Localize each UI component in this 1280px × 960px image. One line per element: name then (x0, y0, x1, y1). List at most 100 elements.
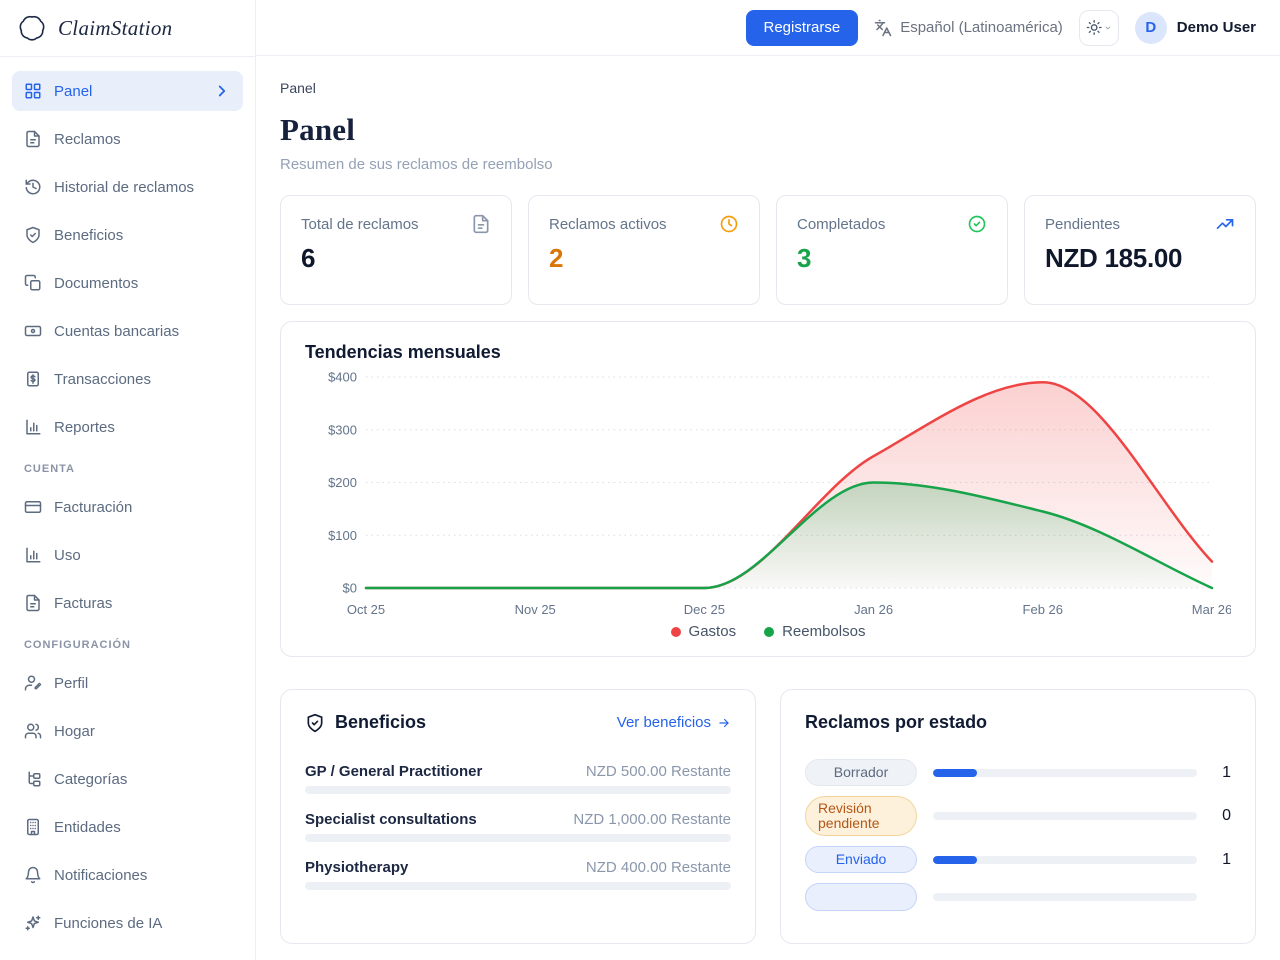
claimstation-logo-icon (16, 12, 48, 44)
status-badge: Revisión pendiente (805, 796, 917, 836)
brand-name: ClaimStation (58, 16, 172, 41)
chart-legend: Gastos Reembolsos (305, 623, 1231, 640)
sidebar-item-label: Entidades (54, 819, 121, 836)
user-pen-icon (24, 674, 42, 692)
benefit-remaining: NZD 400.00 Restante (586, 859, 731, 876)
sidebar-item-label: Transacciones (54, 371, 151, 388)
svg-text:$0: $0 (343, 581, 357, 596)
monthly-trends-card: Tendencias mensuales $0$100$200$300$400O… (280, 321, 1256, 657)
bar-chart-icon (24, 546, 42, 564)
stat-card-pendientes: Pendientes NZD 185.00 (1024, 195, 1256, 305)
svg-text:Nov 25: Nov 25 (515, 602, 556, 617)
benefits-title: Beneficios (335, 712, 426, 733)
sidebar-item-funciones-ia[interactable]: Funciones de IA (12, 903, 243, 943)
legend-label: Reembolsos (782, 623, 865, 640)
sidebar-item-beneficios[interactable]: Beneficios (12, 215, 243, 255)
svg-text:$100: $100 (328, 528, 357, 543)
sidebar-item-notificaciones[interactable]: Notificaciones (12, 855, 243, 895)
benefit-progress-track (305, 882, 731, 890)
theme-toggle-button[interactable] (1079, 10, 1119, 46)
sidebar-item-facturas[interactable]: Facturas (12, 583, 243, 623)
languages-icon (874, 19, 892, 37)
benefits-title-row: Beneficios (305, 712, 426, 733)
register-button[interactable]: Registrarse (746, 10, 859, 46)
sidebar-item-label: Notificaciones (54, 867, 147, 884)
status-progress-fill (933, 856, 977, 864)
sidebar-item-uso[interactable]: Uso (12, 535, 243, 575)
sidebar-item-transacciones[interactable]: Transacciones (12, 359, 243, 399)
sidebar-item-label: Panel (54, 83, 92, 100)
sparkles-icon (24, 914, 42, 932)
file-text-icon (24, 130, 42, 148)
main-area: Registrarse Español (Latinoamérica) D De… (256, 0, 1280, 960)
status-row-borrador: Borrador 1 (805, 759, 1231, 786)
stat-card-total-reclamos: Total de reclamos 6 (280, 195, 512, 305)
stat-value: 6 (301, 243, 491, 274)
sidebar-item-panel[interactable]: Panel (12, 71, 243, 111)
sidebar-item-reportes[interactable]: Reportes (12, 407, 243, 447)
check-circle-icon (967, 214, 987, 234)
status-progress-track (933, 856, 1197, 864)
sidebar-item-label: Reclamos (54, 131, 121, 148)
status-badge: Borrador (805, 759, 917, 786)
sidebar-item-hogar[interactable]: Hogar (12, 711, 243, 751)
claims-by-status-title: Reclamos por estado (805, 712, 987, 733)
benefit-progress-track (305, 834, 731, 842)
sidebar-item-facturacion[interactable]: Facturación (12, 487, 243, 527)
breadcrumb[interactable]: Panel (280, 80, 1256, 96)
sun-icon (1086, 19, 1102, 36)
sidebar-item-label: Reportes (54, 419, 115, 436)
benefit-row: GP / General Practitioner NZD 500.00 Res… (305, 763, 731, 794)
sidebar-item-cuentas-bancarias[interactable]: Cuentas bancarias (12, 311, 243, 351)
svg-text:Jan 26: Jan 26 (854, 602, 893, 617)
sidebar-section-configuracion: Configuración (24, 639, 231, 651)
page-title: Panel (280, 112, 1256, 148)
layout-grid-icon (24, 82, 42, 100)
svg-text:Mar 26: Mar 26 (1192, 602, 1231, 617)
claims-by-status-card: Reclamos por estado Borrador 1 Revisión … (780, 689, 1256, 944)
bar-chart-icon (24, 418, 42, 436)
sidebar-item-label: Cuentas bancarias (54, 323, 179, 340)
language-label: Español (Latinoamérica) (900, 19, 1063, 36)
brand-logo[interactable]: ClaimStation (0, 0, 255, 57)
stat-card-completados: Completados 3 (776, 195, 1008, 305)
legend-label: Gastos (689, 623, 737, 640)
sidebar-item-label: Historial de reclamos (54, 179, 194, 196)
shield-check-icon (24, 226, 42, 244)
tree-icon (24, 770, 42, 788)
status-count: 1 (1213, 851, 1231, 869)
sidebar-item-reclamos[interactable]: Reclamos (12, 119, 243, 159)
bell-icon (24, 866, 42, 884)
stat-label: Completados (797, 216, 885, 233)
legend-dot-reembolsos (764, 627, 774, 637)
clock-icon (719, 214, 739, 234)
sidebar-item-entidades[interactable]: Entidades (12, 807, 243, 847)
status-row-enviado: Enviado 1 (805, 846, 1231, 873)
view-benefits-link[interactable]: Ver beneficios (617, 714, 731, 731)
status-count: 1 (1213, 764, 1231, 782)
topbar: Registrarse Español (Latinoamérica) D De… (256, 0, 1280, 56)
sidebar-item-documentos[interactable]: Documentos (12, 263, 243, 303)
legend-dot-gastos (671, 627, 681, 637)
svg-text:Oct 25: Oct 25 (347, 602, 385, 617)
user-menu[interactable]: D Demo User (1135, 12, 1256, 44)
bottom-cards: Beneficios Ver beneficios GP / General P… (280, 689, 1256, 944)
sidebar-item-historial[interactable]: Historial de reclamos (12, 167, 243, 207)
benefit-name: Specialist consultations (305, 811, 477, 828)
sidebar-item-perfil[interactable]: Perfil (12, 663, 243, 703)
sidebar-item-label: Categorías (54, 771, 127, 788)
arrow-right-icon (717, 716, 731, 730)
status-badge: Enviado (805, 846, 917, 873)
legend-item-reembolsos[interactable]: Reembolsos (764, 623, 865, 640)
status-count: 0 (1213, 807, 1231, 825)
svg-text:Dec 25: Dec 25 (684, 602, 725, 617)
benefit-remaining: NZD 1,000.00 Restante (573, 811, 731, 828)
sidebar-nav: Panel Reclamos Historial de reclamos Ben… (0, 57, 255, 951)
legend-item-gastos[interactable]: Gastos (671, 623, 737, 640)
language-selector[interactable]: Español (Latinoamérica) (874, 19, 1063, 37)
sidebar-item-categorias[interactable]: Categorías (12, 759, 243, 799)
stat-value: 3 (797, 243, 987, 274)
banknote-icon (24, 322, 42, 340)
trending-up-icon (1215, 214, 1235, 234)
svg-text:$300: $300 (328, 422, 357, 437)
